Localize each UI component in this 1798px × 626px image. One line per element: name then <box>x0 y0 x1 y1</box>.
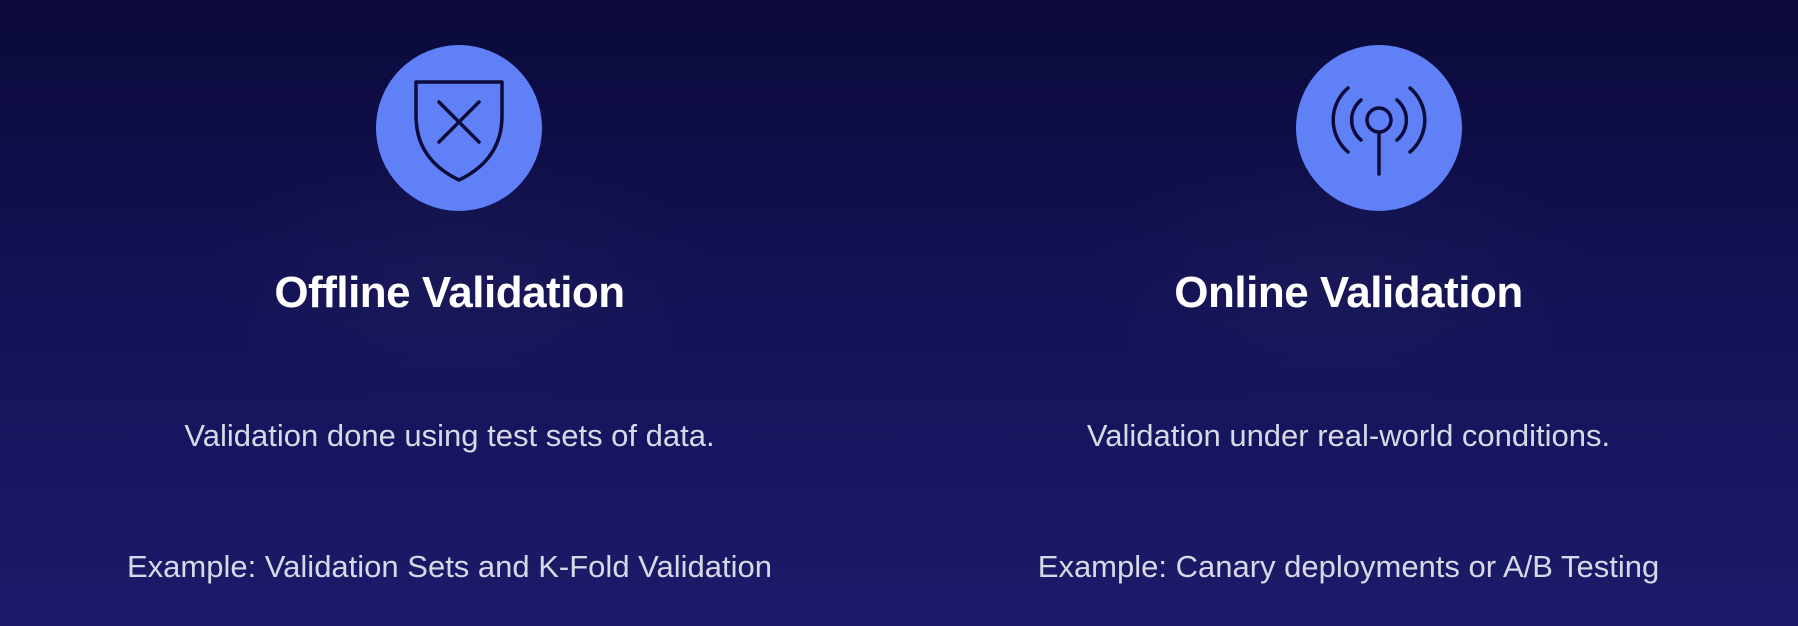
offline-validation-card: Offline Validation Validation done using… <box>0 0 899 626</box>
online-validation-card: Online Validation Validation under real-… <box>899 0 1798 626</box>
offline-validation-description: Validation done using test sets of data. <box>184 418 715 453</box>
broadcast-antenna-icon <box>1331 86 1427 176</box>
offline-validation-example: Example: Validation Sets and K-Fold Vali… <box>126 549 773 584</box>
online-validation-title: Online Validation <box>1174 268 1523 317</box>
shield-x-icon <box>414 80 504 182</box>
offline-icon-circle <box>376 45 542 211</box>
online-validation-description: Validation under real-world conditions. <box>1086 418 1611 453</box>
online-validation-example: Example: Canary deployments or A/B Testi… <box>1037 549 1660 584</box>
online-icon-circle <box>1296 45 1462 211</box>
offline-validation-title: Offline Validation <box>274 268 625 317</box>
